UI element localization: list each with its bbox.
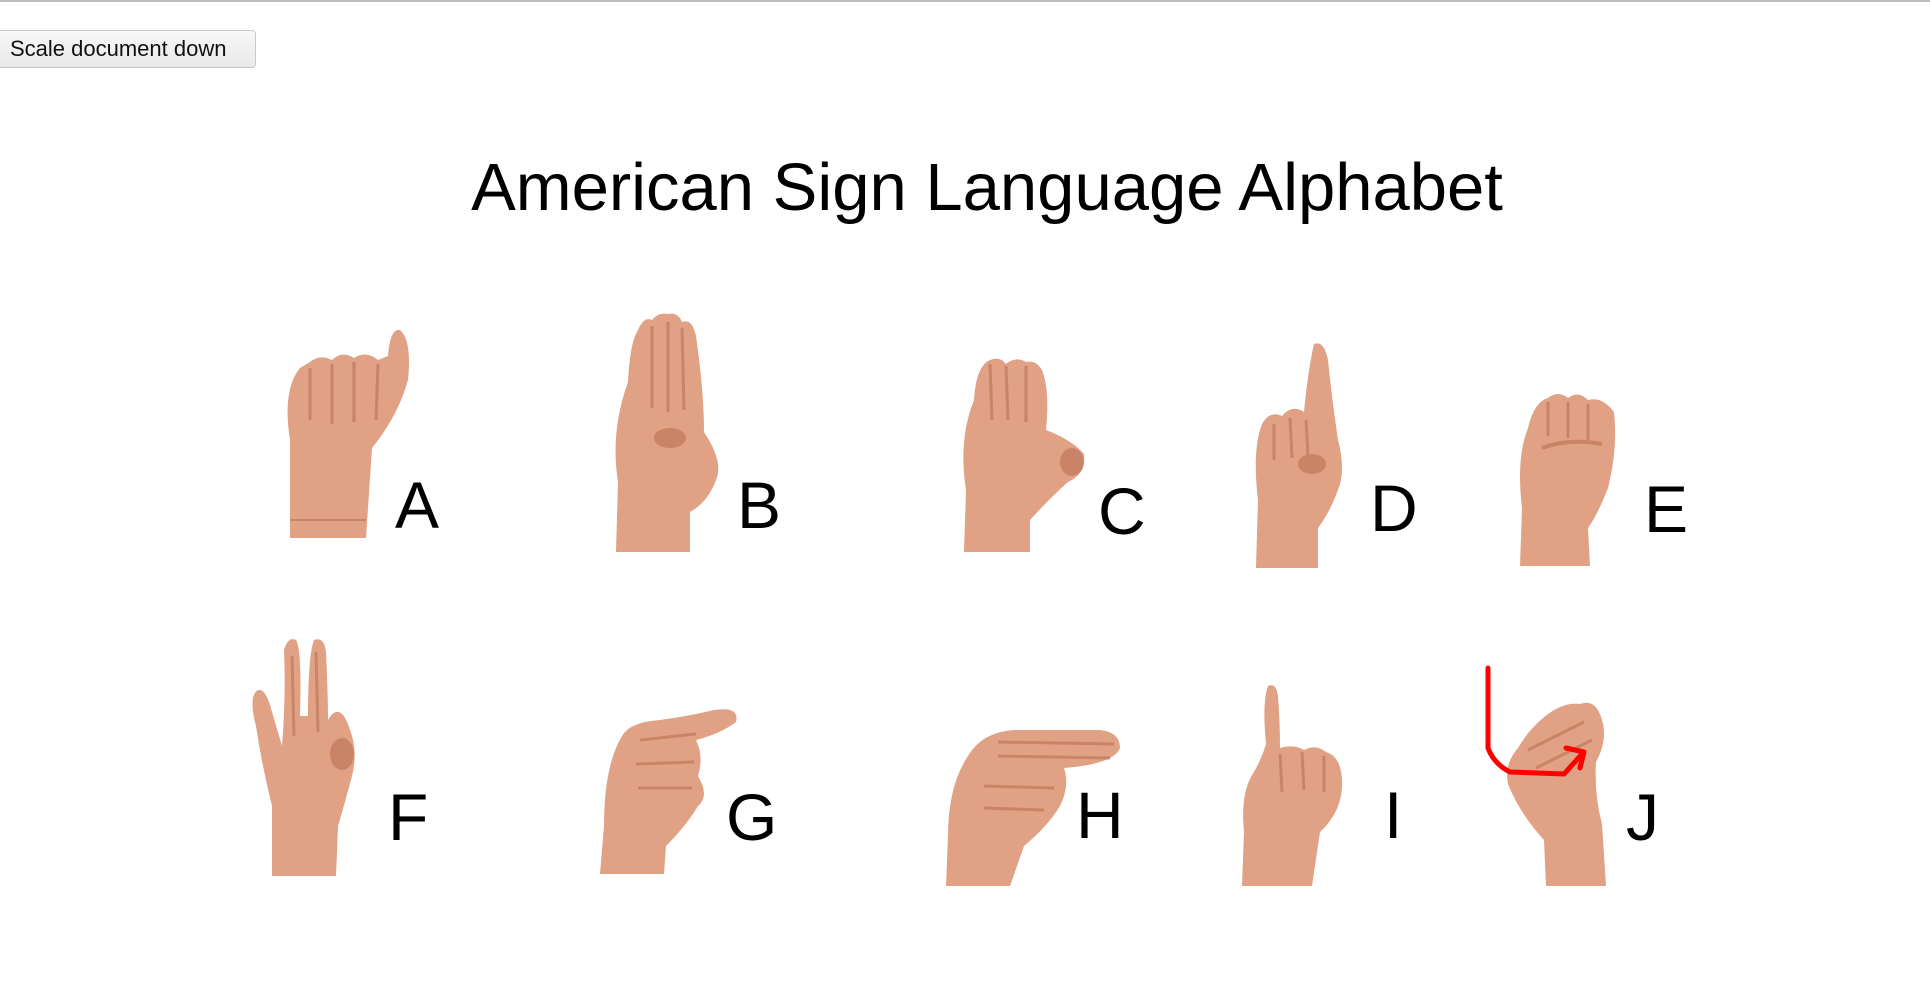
sign-letter: A (395, 468, 440, 542)
sign-letter: E (1644, 472, 1689, 546)
sign-letter: I (1384, 778, 1403, 852)
sign-letter: F (388, 780, 429, 854)
scale-document-down-button[interactable]: Scale document down (0, 30, 256, 68)
sign-letter: B (737, 468, 782, 542)
hand-sign-j-icon (1485, 665, 1606, 886)
sign-letter: J (1626, 780, 1659, 854)
hand-sign-b-icon (615, 313, 719, 552)
sign-card-h: H (944, 726, 1164, 986)
top-border (0, 0, 1930, 2)
hand-sign-c-icon (963, 358, 1085, 552)
hand-sign-d-icon (1255, 343, 1342, 568)
sign-card-d: D (1252, 340, 1472, 600)
sign-card-j: J (1484, 664, 1704, 924)
hand-sign-e-icon (1520, 394, 1616, 566)
page-title: American Sign Language Alphabet (471, 150, 1503, 225)
sign-card-f: F (252, 636, 472, 896)
hand-sign-f-icon (252, 639, 355, 876)
hand-sign-g-icon (600, 709, 737, 874)
sign-letter: G (726, 780, 778, 854)
sign-card-i: I (1240, 682, 1460, 942)
sign-letter: C (1098, 474, 1146, 548)
sign-card-g: G (600, 706, 820, 966)
sign-card-a: A (280, 320, 500, 580)
sign-letter: H (1076, 778, 1124, 852)
sign-letter: D (1370, 471, 1418, 545)
hand-sign-i-icon (1242, 685, 1343, 886)
sign-card-e: E (1518, 388, 1738, 648)
sign-card-b: B (612, 312, 832, 572)
sign-card-c: C (960, 330, 1180, 590)
